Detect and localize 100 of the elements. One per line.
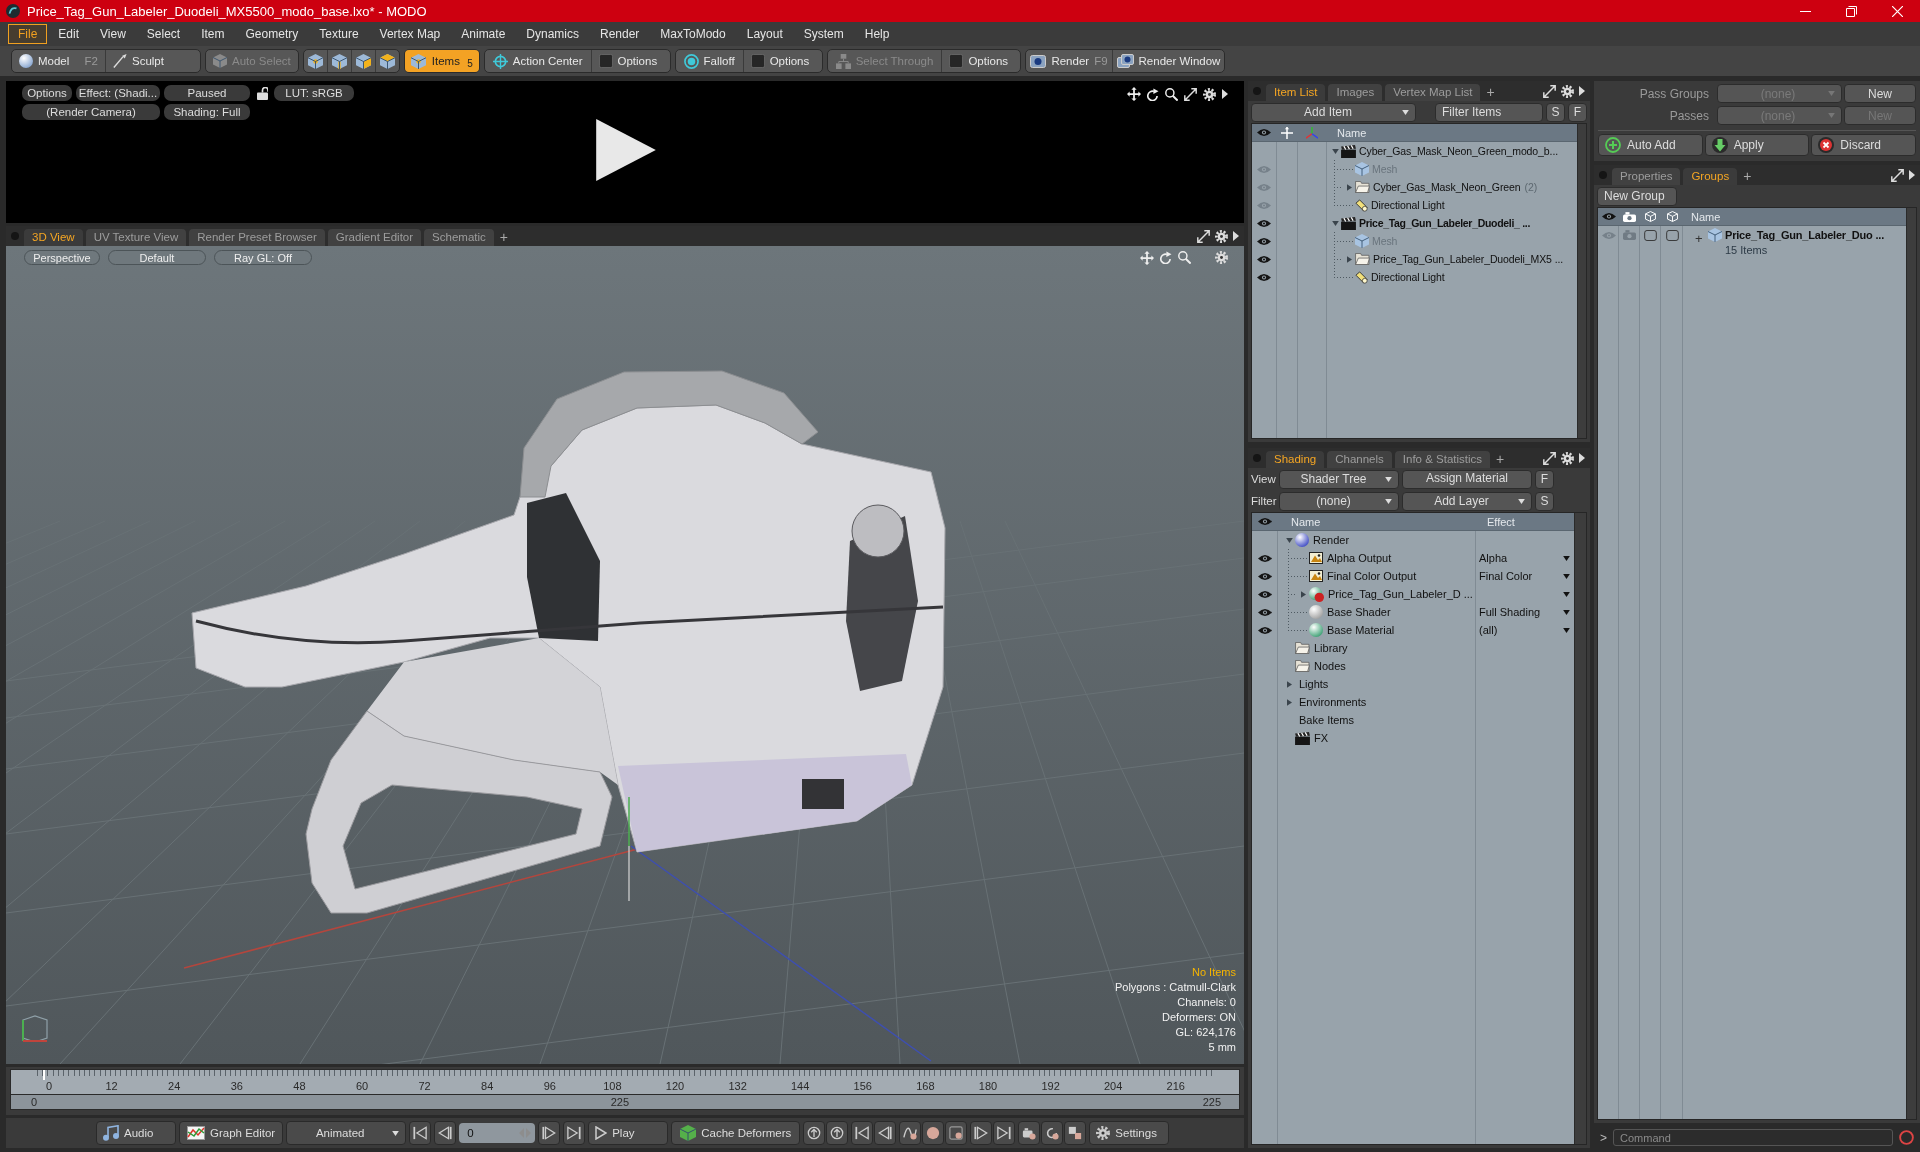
refresh-icon[interactable] xyxy=(1045,1126,1060,1140)
tab[interactable]: Schematic xyxy=(424,229,494,246)
key-button[interactable] xyxy=(922,1121,945,1145)
tab[interactable]: Vertex Map List xyxy=(1385,84,1481,101)
key-button[interactable] xyxy=(899,1121,922,1145)
cube-outline-icon[interactable] xyxy=(1645,211,1656,222)
item-name[interactable]: Alpha Output xyxy=(1327,552,1392,564)
expand-toggle[interactable]: + xyxy=(1695,230,1705,246)
skip-back-icon[interactable] xyxy=(413,1126,428,1140)
minimize-icon[interactable] xyxy=(1799,10,1811,12)
cache-button[interactable]: Cache Deformers xyxy=(671,1121,801,1145)
viewport-button[interactable]: Default xyxy=(108,250,206,265)
key-frame-icon[interactable] xyxy=(949,1126,964,1140)
add-tab-button[interactable]: + xyxy=(496,229,511,246)
effect-dropdown[interactable]: Full Shading xyxy=(1479,604,1570,620)
settings-icon[interactable] xyxy=(1215,229,1228,243)
item-name[interactable]: Base Material xyxy=(1327,624,1395,636)
eye-icon[interactable] xyxy=(1257,518,1272,525)
item-name[interactable]: FX xyxy=(1314,732,1329,744)
item-name[interactable]: Lights xyxy=(1299,678,1329,690)
eye-icon[interactable] xyxy=(1257,273,1271,281)
cross-arrows-icon[interactable] xyxy=(1280,126,1293,139)
cube-outline-icon[interactable] xyxy=(1666,211,1678,222)
eye-icon[interactable] xyxy=(1601,213,1616,220)
viewport-button[interactable]: Perspective xyxy=(24,250,100,265)
filter-dropdown[interactable]: (none) xyxy=(1279,491,1399,511)
filter-button[interactable]: Filter Items xyxy=(1435,102,1543,122)
last-frame-button[interactable] xyxy=(563,1121,586,1145)
menu-item[interactable]: Geometry xyxy=(235,24,309,44)
move-icon[interactable] xyxy=(1127,87,1141,101)
caret-down-icon[interactable] xyxy=(1563,609,1570,615)
settings-icon[interactable] xyxy=(1215,251,1228,264)
tab[interactable]: Images xyxy=(1328,84,1383,101)
tool-button[interactable]: Options xyxy=(942,50,1021,72)
menu-item[interactable]: File xyxy=(8,24,48,44)
key-button[interactable] xyxy=(945,1121,968,1145)
caret-right-icon[interactable] xyxy=(1222,89,1228,99)
maximize-icon[interactable] xyxy=(1184,87,1197,101)
search-icon[interactable] xyxy=(1165,87,1178,101)
viewport-button[interactable]: Ray GL: Off xyxy=(214,250,312,265)
item-name[interactable]: Directional Light xyxy=(1371,199,1445,211)
command-field[interactable]: Command xyxy=(1613,1129,1893,1146)
record-icon[interactable] xyxy=(926,1126,941,1140)
column-header[interactable]: Effect xyxy=(1479,515,1515,528)
key-button[interactable] xyxy=(826,1121,849,1145)
squares-icon[interactable] xyxy=(1068,1126,1083,1140)
selection-mode-button[interactable]: Items 5 xyxy=(404,50,479,72)
key-button[interactable] xyxy=(970,1121,993,1145)
playhead-handle[interactable] xyxy=(43,1070,45,1080)
play-button[interactable]: Play xyxy=(588,1121,669,1145)
column-header[interactable]: Name xyxy=(1683,210,1721,223)
eye-icon[interactable] xyxy=(1257,626,1272,634)
dot-icon[interactable] xyxy=(11,232,19,240)
key-button[interactable] xyxy=(851,1121,874,1145)
menu-item[interactable]: Layout xyxy=(736,24,793,44)
action-button[interactable]: Auto Add xyxy=(1598,134,1703,156)
tool-button[interactable]: Falloff xyxy=(675,50,744,72)
previous-frame-button[interactable] xyxy=(434,1121,457,1145)
item-name[interactable]: Nodes xyxy=(1314,660,1346,672)
lock-icon[interactable] xyxy=(256,86,268,100)
assign-material-button[interactable]: Assign Material xyxy=(1402,469,1532,489)
settings-icon[interactable] xyxy=(1561,451,1574,465)
caret-right-icon[interactable] xyxy=(1909,170,1915,180)
curve-icon[interactable] xyxy=(903,1126,918,1140)
maximize-icon[interactable] xyxy=(1543,84,1556,98)
settings-icon[interactable] xyxy=(1203,87,1216,101)
step-back-icon[interactable] xyxy=(438,1126,453,1140)
camera-icon[interactable] xyxy=(1623,211,1636,222)
next-frame-button[interactable] xyxy=(538,1121,561,1145)
menu-item[interactable]: Help xyxy=(854,24,900,44)
key-button[interactable] xyxy=(1041,1121,1064,1145)
tab[interactable]: Render Preset Browser xyxy=(189,229,325,246)
settings-icon[interactable] xyxy=(1561,84,1574,98)
caret-down-icon[interactable] xyxy=(1563,573,1570,579)
eye-icon[interactable] xyxy=(1257,129,1271,136)
tool-button[interactable]: Options xyxy=(591,50,670,72)
group-name[interactable]: Price_Tag_Gun_Labeler_Duo ... xyxy=(1725,229,1885,241)
skip-forward-icon[interactable] xyxy=(567,1126,582,1140)
caret-down-icon[interactable] xyxy=(1331,148,1339,154)
add-tab-button[interactable]: + xyxy=(1493,451,1508,468)
key-button[interactable] xyxy=(1018,1121,1041,1145)
dot-icon[interactable] xyxy=(1253,87,1261,95)
tab[interactable]: Info & Statistics xyxy=(1394,451,1491,468)
preview-button[interactable]: Shading: Full xyxy=(164,104,250,120)
rotate-icon[interactable] xyxy=(1147,87,1159,101)
caret-down-icon[interactable] xyxy=(1563,555,1570,561)
lut-button[interactable]: LUT: sRGB xyxy=(274,85,354,101)
item-name[interactable]: Directional Light xyxy=(1371,271,1445,283)
item-name[interactable]: Cyber_Gas_Mask_Neon_Green_modo_b... xyxy=(1359,145,1559,157)
toggle-box-icon[interactable] xyxy=(1644,229,1657,241)
maximize-icon[interactable] xyxy=(1543,451,1556,465)
tab[interactable]: 3D View xyxy=(24,229,83,246)
caret-right-icon[interactable] xyxy=(1579,86,1585,96)
menu-item[interactable]: Texture xyxy=(309,24,369,44)
action-button[interactable]: Apply xyxy=(1704,134,1810,156)
column-header[interactable]: Name xyxy=(1283,515,1321,528)
toggle-button[interactable]: F xyxy=(1535,469,1554,489)
menu-item[interactable]: View xyxy=(90,24,136,44)
item-name[interactable]: Price_Tag_Gun_Labeler_D ... xyxy=(1328,588,1473,600)
caret-down-icon[interactable] xyxy=(392,1130,400,1136)
